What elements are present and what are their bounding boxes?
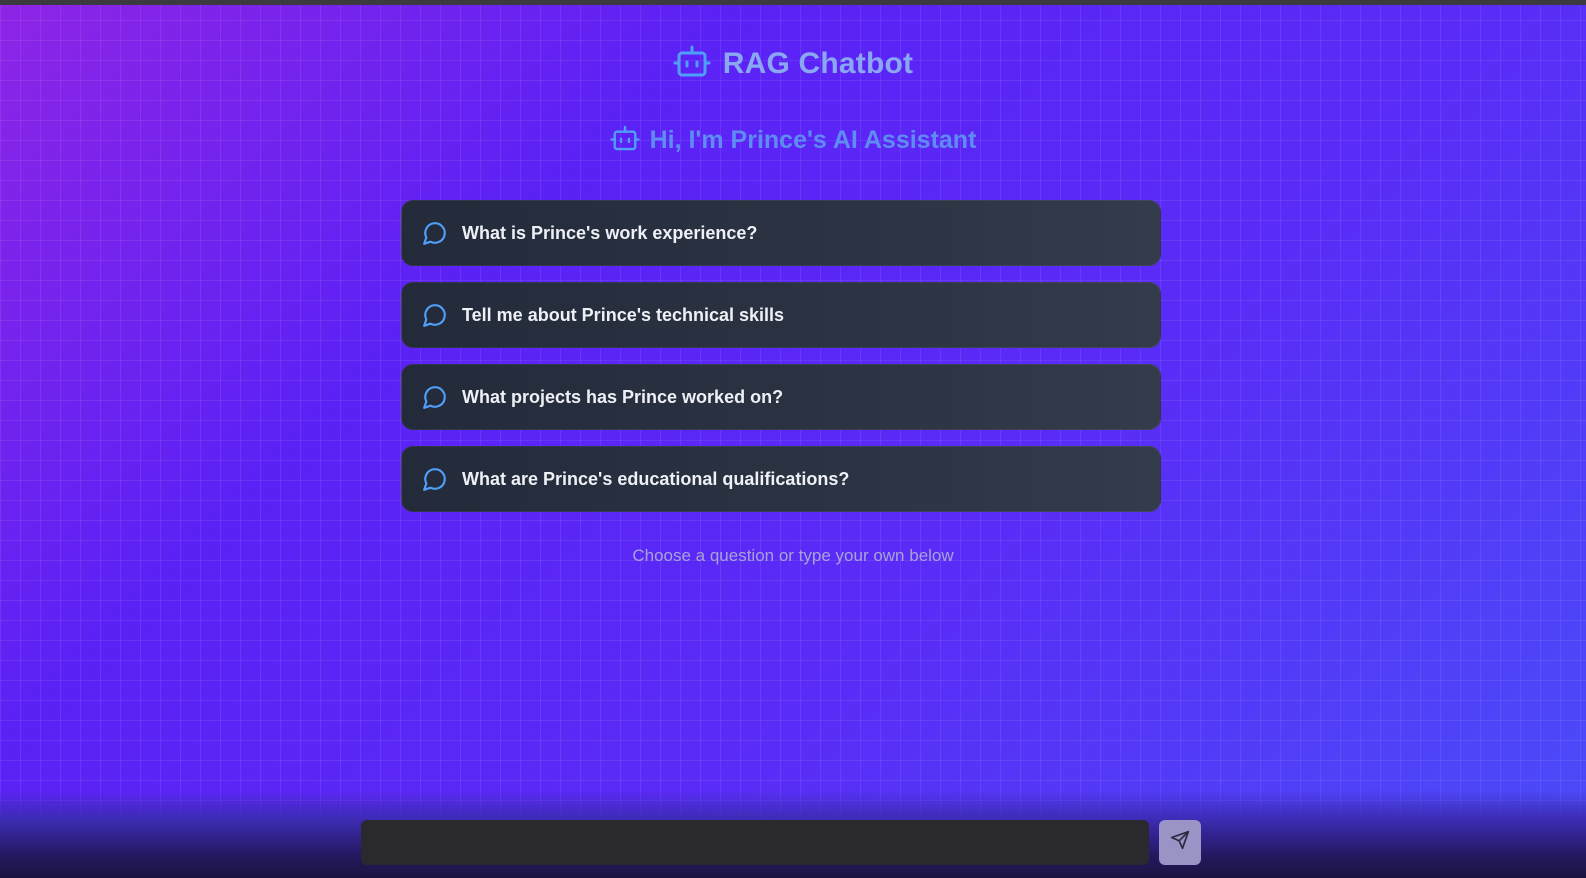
robot-icon	[609, 124, 640, 157]
window-top-bar	[0, 0, 1586, 5]
send-icon	[1170, 830, 1190, 855]
message-input[interactable]	[361, 820, 1149, 865]
question-label: What are Prince's educational qualificat…	[462, 468, 850, 489]
chat-bubble-icon	[422, 302, 448, 328]
chat-bubble-icon	[422, 466, 448, 492]
question-label: What projects has Prince worked on?	[462, 386, 784, 407]
chat-bubble-icon	[422, 220, 448, 246]
chat-bubble-icon	[422, 384, 448, 410]
robot-icon	[673, 44, 711, 83]
question-label: What is Prince's work experience?	[462, 222, 758, 243]
greeting: Hi, I'm Prince's AI Assistant	[0, 124, 1586, 157]
suggested-questions: What is Prince's work experience? Tell m…	[401, 200, 1161, 528]
suggested-question-education[interactable]: What are Prince's educational qualificat…	[401, 446, 1161, 512]
app-title: RAG Chatbot	[722, 46, 914, 80]
hint-text: Choose a question or type your own below	[632, 546, 954, 565]
app-header: RAG Chatbot	[0, 44, 1586, 83]
suggested-question-technical-skills[interactable]: Tell me about Prince's technical skills	[401, 282, 1161, 348]
suggested-question-work-experience[interactable]: What is Prince's work experience?	[401, 200, 1161, 266]
greeting-text: Hi, I'm Prince's AI Assistant	[649, 126, 977, 154]
send-button[interactable]	[1159, 820, 1201, 865]
suggested-question-projects[interactable]: What projects has Prince worked on?	[401, 364, 1161, 430]
question-label: Tell me about Prince's technical skills	[462, 304, 785, 325]
